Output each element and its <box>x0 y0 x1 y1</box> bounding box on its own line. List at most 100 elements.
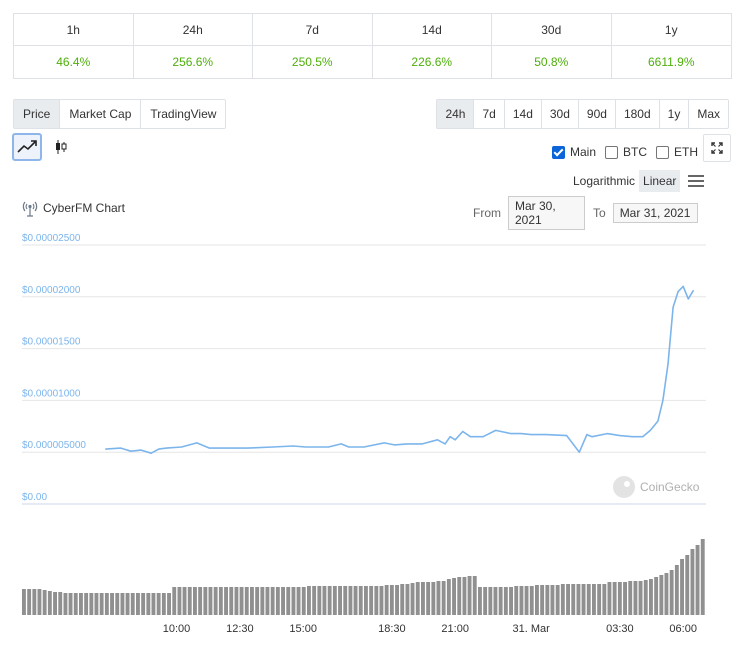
checkbox[interactable] <box>656 145 670 159</box>
range-max[interactable]: Max <box>689 100 728 128</box>
price-point <box>682 285 684 287</box>
price-point <box>454 439 456 441</box>
performance-column: 1h 46.4% <box>14 14 134 78</box>
x-tick-label: 10:00 <box>163 623 191 635</box>
price-point <box>578 451 580 453</box>
fullscreen-button[interactable] <box>703 134 731 162</box>
price-point <box>495 429 497 431</box>
volume-bar <box>270 587 275 615</box>
volume-bar <box>73 593 78 615</box>
y-tick-label: $0.00001000 <box>22 388 81 399</box>
chart-menu-icon[interactable] <box>688 175 705 187</box>
tab-tradingview[interactable]: TradingView <box>141 100 225 128</box>
toggle-label: BTC <box>623 145 648 159</box>
volume-bar <box>617 582 622 615</box>
volume-bar <box>58 592 63 615</box>
candlestick-chart-button[interactable] <box>46 133 76 161</box>
performance-column: 30d 50.8% <box>492 14 612 78</box>
volume-bar <box>182 587 187 615</box>
volume-bar <box>493 587 498 615</box>
price-point <box>246 447 249 449</box>
toggle-main[interactable]: Main <box>552 145 596 159</box>
performance-value: 226.6% <box>411 55 453 69</box>
volume-bar <box>234 587 239 615</box>
price-point <box>606 433 608 435</box>
volume-bar <box>47 591 52 615</box>
price-point <box>213 447 216 449</box>
checkbox[interactable] <box>552 145 565 159</box>
volume-bar <box>374 586 379 615</box>
volume-bar <box>535 585 539 615</box>
volume-bar <box>519 586 524 615</box>
price-point <box>591 436 593 438</box>
line-chart-button[interactable] <box>12 133 42 161</box>
price-point <box>449 436 451 438</box>
y-tick-label: $0.00002000 <box>22 285 81 296</box>
chart-title-text: CyberFM Chart <box>43 201 126 215</box>
range-1y[interactable]: 1y <box>660 100 690 128</box>
volume-bar <box>198 587 203 615</box>
volume-bar <box>22 589 26 615</box>
volume-bar <box>649 579 653 615</box>
y-tick-label: $0.000005000 <box>22 440 86 451</box>
range-7d[interactable]: 7d <box>474 100 505 128</box>
range-180d[interactable]: 180d <box>616 100 660 128</box>
linear-option[interactable]: Linear <box>639 170 681 192</box>
volume-bar <box>509 587 513 615</box>
volume-bar <box>415 582 420 615</box>
volume-bar <box>384 585 389 615</box>
range-14d[interactable]: 14d <box>505 100 542 128</box>
chart-title: CyberFM Chart <box>22 199 125 217</box>
toggle-eth[interactable]: ETH <box>656 145 698 159</box>
volume-bar <box>674 565 679 615</box>
to-label: To <box>593 206 606 220</box>
price-point <box>586 434 588 436</box>
price-point <box>421 443 423 445</box>
price-point <box>462 430 464 433</box>
price-point <box>120 447 122 449</box>
volume-bar <box>110 593 114 615</box>
performance-value: 46.4% <box>56 55 91 69</box>
x-tick-label: 03:30 <box>606 623 634 635</box>
coin-logo-icon <box>22 201 38 217</box>
volume-bar <box>312 586 317 615</box>
price-point <box>530 434 532 436</box>
from-label: From <box>473 206 501 220</box>
price-point <box>545 434 548 436</box>
volume-bar <box>338 586 342 615</box>
volume-bar <box>602 584 607 615</box>
volume-bar <box>167 593 171 615</box>
volume-bar <box>130 593 135 615</box>
range-90d[interactable]: 90d <box>579 100 616 128</box>
volume-bar <box>358 586 363 615</box>
coingecko-eye-icon <box>624 481 630 487</box>
volume-bar <box>63 593 68 615</box>
volume-bar <box>327 586 332 615</box>
toggle-btc[interactable]: BTC <box>605 145 647 159</box>
checkbox[interactable] <box>605 145 619 159</box>
expand-icon <box>711 142 723 154</box>
performance-column: 14d 226.6% <box>372 14 492 78</box>
volume-bar <box>244 587 249 615</box>
volume-bar <box>410 583 415 615</box>
performance-period: 1y <box>611 14 731 46</box>
logarithmic-option[interactable]: Logarithmic <box>569 170 639 192</box>
volume-bar <box>99 593 104 615</box>
toggle-label: ETH <box>674 145 699 159</box>
toggle-label: Main <box>570 145 597 159</box>
range-30d[interactable]: 30d <box>542 100 579 128</box>
performance-value: 256.6% <box>172 55 214 69</box>
volume-bar <box>695 545 700 615</box>
volume-bar <box>250 587 254 615</box>
volume-bar <box>307 586 311 615</box>
volume-bar <box>483 587 488 615</box>
volume-bar <box>550 585 555 615</box>
price-chart[interactable]: $0.00 $0.000005000 $0.00001000 $0.00001500 $… <box>0 220 741 656</box>
range-selector: 24h 7d 14d 30d 90d 180d 1y Max <box>436 99 729 129</box>
performance-column: 7d 250.5% <box>253 14 373 78</box>
tab-market-cap[interactable]: Market Cap <box>60 100 142 128</box>
volume-bar <box>296 587 301 615</box>
tab-price[interactable]: Price <box>14 100 61 128</box>
range-24h[interactable]: 24h <box>437 100 475 128</box>
volume-bar <box>260 587 265 615</box>
